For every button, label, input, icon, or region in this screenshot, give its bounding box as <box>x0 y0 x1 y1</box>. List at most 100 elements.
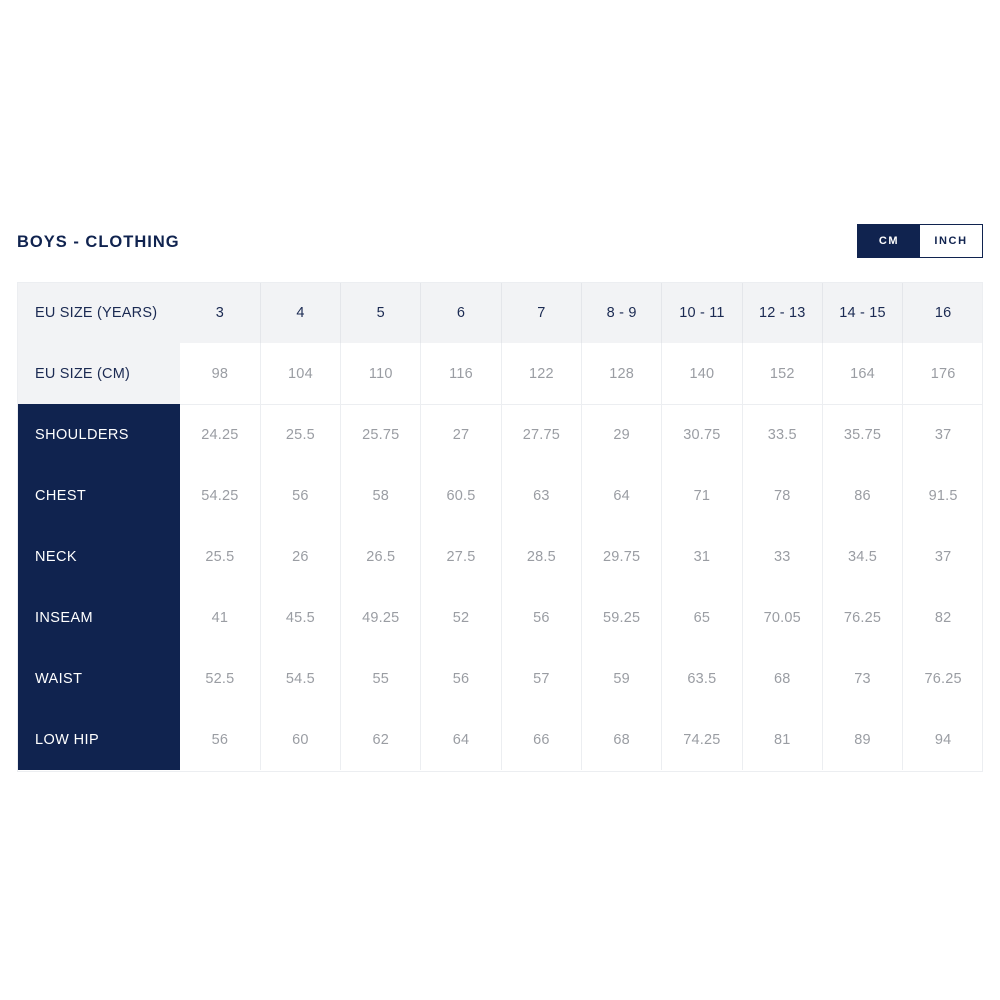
header-cell-cm: 152 <box>742 343 823 404</box>
unit-toggle-inch-button[interactable]: INCH <box>920 225 982 257</box>
header-cell-size: 10 - 11 <box>661 282 743 343</box>
chart-header: BOYS - CLOTHING CM INCH <box>17 224 983 266</box>
row-label-chest: CHEST <box>17 465 180 526</box>
table-cell: 64 <box>581 465 663 526</box>
header-cell-size: 8 - 9 <box>581 282 663 343</box>
table-cell: 70.05 <box>742 587 823 648</box>
table-cell: 28.5 <box>501 526 582 587</box>
table-cell: 68 <box>742 648 823 709</box>
table-cell: 30.75 <box>661 404 743 465</box>
table-cell: 49.25 <box>340 587 422 648</box>
header-cell-cm: 104 <box>260 343 342 404</box>
table-cell: 27.5 <box>420 526 502 587</box>
table-cell: 54.5 <box>260 648 342 709</box>
table-cell: 64 <box>420 709 502 770</box>
unit-toggle-cm-button[interactable]: CM <box>858 225 920 257</box>
table-row: INSEAM 41 45.5 49.25 52 56 59.25 65 70.0… <box>17 587 983 648</box>
table-cell: 56 <box>420 648 502 709</box>
table-cell: 37 <box>902 526 983 587</box>
header-cell-size: 14 - 15 <box>822 282 904 343</box>
header-cell-cm: 122 <box>501 343 582 404</box>
table-cell: 45.5 <box>260 587 342 648</box>
header-cell-cm: 98 <box>180 343 261 404</box>
row-label-low-hip: LOW HIP <box>17 709 180 770</box>
table-row: LOW HIP 56 60 62 64 66 68 74.25 81 89 94 <box>17 709 983 770</box>
table-cell: 35.75 <box>822 404 904 465</box>
header-cell-size: 7 <box>501 282 582 343</box>
header-row-eu-size-years: EU SIZE (YEARS) 3 4 5 6 7 8 - 9 10 - 11 … <box>17 282 983 343</box>
table-cell: 59.25 <box>581 587 663 648</box>
header-cell-size: 16 <box>902 282 983 343</box>
table-cell: 94 <box>902 709 983 770</box>
header-row-eu-size-cm: EU SIZE (CM) 98 104 110 116 122 128 140 … <box>17 343 983 404</box>
table-cell: 76.25 <box>822 587 904 648</box>
table-cell: 74.25 <box>661 709 743 770</box>
table-cell: 59 <box>581 648 663 709</box>
table-cell: 66 <box>501 709 582 770</box>
table-cell: 63 <box>501 465 582 526</box>
row-label-waist: WAIST <box>17 648 180 709</box>
table-cell: 26.5 <box>340 526 422 587</box>
header-cell-size: 5 <box>340 282 422 343</box>
header-cell-cm: 176 <box>902 343 983 404</box>
header-cell-size: 12 - 13 <box>742 282 823 343</box>
table-cell: 56 <box>260 465 342 526</box>
table-cell: 24.25 <box>180 404 261 465</box>
table-cell: 58 <box>340 465 422 526</box>
table-cell: 52.5 <box>180 648 261 709</box>
header-cell-cm: 110 <box>340 343 422 404</box>
table-cell: 54.25 <box>180 465 261 526</box>
size-chart-table: EU SIZE (YEARS) 3 4 5 6 7 8 - 9 10 - 11 … <box>17 282 983 770</box>
table-cell: 52 <box>420 587 502 648</box>
table-cell: 25.75 <box>340 404 422 465</box>
table-row: SHOULDERS 24.25 25.5 25.75 27 27.75 29 3… <box>17 404 983 465</box>
table-body: SHOULDERS 24.25 25.5 25.75 27 27.75 29 3… <box>17 404 983 770</box>
row-label-inseam: INSEAM <box>17 587 180 648</box>
table-cell: 25.5 <box>260 404 342 465</box>
header-cell-cm: 116 <box>420 343 502 404</box>
row-label-neck: NECK <box>17 526 180 587</box>
table-cell: 27 <box>420 404 502 465</box>
table-cell: 71 <box>661 465 743 526</box>
table-cell: 86 <box>822 465 904 526</box>
table-cell: 68 <box>581 709 663 770</box>
row-label-shoulders: SHOULDERS <box>17 404 180 465</box>
table-cell: 81 <box>742 709 823 770</box>
table-cell: 41 <box>180 587 261 648</box>
table-row: NECK 25.5 26 26.5 27.5 28.5 29.75 31 33 … <box>17 526 983 587</box>
table-cell: 73 <box>822 648 904 709</box>
table-row: WAIST 52.5 54.5 55 56 57 59 63.5 68 73 7… <box>17 648 983 709</box>
table-cell: 37 <box>902 404 983 465</box>
table-head: EU SIZE (YEARS) 3 4 5 6 7 8 - 9 10 - 11 … <box>17 282 983 404</box>
header-cell-cm: 140 <box>661 343 743 404</box>
table-cell: 82 <box>902 587 983 648</box>
table-cell: 91.5 <box>902 465 983 526</box>
table-cell: 60 <box>260 709 342 770</box>
header-label-eu-size-years: EU SIZE (YEARS) <box>17 282 180 343</box>
table-cell: 29.75 <box>581 526 663 587</box>
table-cell: 63.5 <box>661 648 743 709</box>
header-cell-size: 6 <box>420 282 502 343</box>
table-cell: 26 <box>260 526 342 587</box>
size-chart-page: BOYS - CLOTHING CM INCH EU SIZE (YEARS) … <box>0 0 1000 1000</box>
unit-toggle[interactable]: CM INCH <box>857 224 983 258</box>
table-cell: 89 <box>822 709 904 770</box>
table-row: CHEST 54.25 56 58 60.5 63 64 71 78 86 91… <box>17 465 983 526</box>
table-cell: 27.75 <box>501 404 582 465</box>
table-cell: 78 <box>742 465 823 526</box>
table-cell: 55 <box>340 648 422 709</box>
table-cell: 33 <box>742 526 823 587</box>
header-cell-cm: 128 <box>581 343 663 404</box>
table-cell: 62 <box>340 709 422 770</box>
table-cell: 31 <box>661 526 743 587</box>
table-cell: 60.5 <box>420 465 502 526</box>
table-cell: 29 <box>581 404 663 465</box>
table-cell: 56 <box>180 709 261 770</box>
header-cell-size: 3 <box>180 282 261 343</box>
header-cell-size: 4 <box>260 282 342 343</box>
table-cell: 76.25 <box>902 648 983 709</box>
header-label-eu-size-cm: EU SIZE (CM) <box>17 343 180 404</box>
table-cell: 56 <box>501 587 582 648</box>
page-title: BOYS - CLOTHING <box>17 233 180 251</box>
table-cell: 57 <box>501 648 582 709</box>
